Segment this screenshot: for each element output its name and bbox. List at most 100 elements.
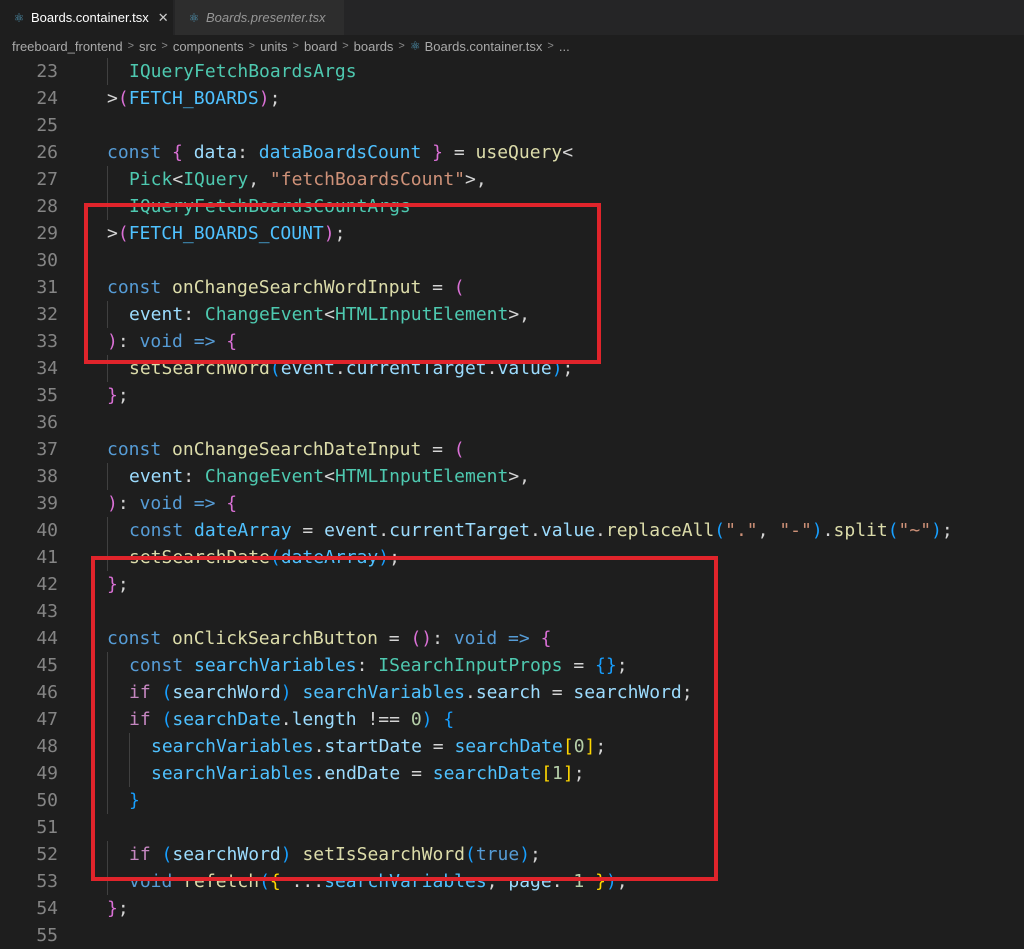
code-text[interactable]: }; bbox=[107, 382, 129, 409]
code-line: 27 Pick<IQuery, "fetchBoardsCount">, bbox=[0, 166, 1024, 193]
code-token: HTMLInputElement bbox=[334, 466, 509, 487]
code-token: => bbox=[193, 493, 216, 514]
code-text[interactable]: const dateArray = event.currentTarget.va… bbox=[129, 517, 953, 544]
line-number: 32 bbox=[36, 304, 58, 325]
line-number: 37 bbox=[36, 439, 58, 460]
code-token: } bbox=[432, 142, 444, 163]
code-token: IQuery bbox=[183, 169, 249, 190]
breadcrumb-item[interactable]: components bbox=[173, 39, 244, 54]
code-token: split bbox=[833, 520, 888, 541]
line-number: 30 bbox=[36, 250, 58, 271]
code-token: : bbox=[117, 493, 140, 514]
highlight-box-search-word-handler bbox=[84, 203, 601, 364]
code-token: . bbox=[822, 520, 834, 541]
line-number: 52 bbox=[36, 844, 58, 865]
tab-boards-presenter[interactable]: ⚛ Boards.presenter.tsx bbox=[175, 0, 345, 35]
code-token: ) bbox=[258, 88, 270, 109]
code-line: 39): void => { bbox=[0, 490, 1024, 517]
code-text[interactable]: }; bbox=[107, 895, 129, 922]
line-number: 51 bbox=[36, 817, 58, 838]
line-number: 53 bbox=[36, 871, 58, 892]
line-number: 41 bbox=[36, 547, 58, 568]
code-line: 35}; bbox=[0, 382, 1024, 409]
code-line: 40 const dateArray = event.currentTarget.… bbox=[0, 517, 1024, 544]
breadcrumb-separator: > bbox=[292, 40, 299, 52]
breadcrumb-item[interactable]: units bbox=[260, 39, 287, 54]
line-number: 47 bbox=[36, 709, 58, 730]
code-token: = bbox=[443, 142, 476, 163]
code-token: , bbox=[757, 520, 780, 541]
code-text[interactable]: const onChangeSearchDateInput = ( bbox=[107, 436, 465, 463]
code-token: event bbox=[129, 466, 184, 487]
line-number: 49 bbox=[36, 763, 58, 784]
code-token: useQuery bbox=[475, 142, 563, 163]
indent-guide bbox=[107, 166, 108, 193]
code-token: ChangeEvent bbox=[204, 466, 325, 487]
code-token: Pick bbox=[129, 169, 173, 190]
line-number: 44 bbox=[36, 628, 58, 649]
react-icon: ⚛ bbox=[13, 10, 25, 25]
code-text[interactable]: ): void => { bbox=[107, 490, 237, 517]
code-token: "~" bbox=[898, 520, 932, 541]
tab-boards-container[interactable]: ⚛ Boards.container.tsx ✕ bbox=[0, 0, 174, 35]
code-token: ) bbox=[107, 493, 118, 514]
code-token: value bbox=[540, 520, 596, 541]
code-token: replaceAll bbox=[605, 520, 715, 541]
code-token: : bbox=[237, 142, 259, 163]
breadcrumb-item[interactable]: boards bbox=[354, 39, 394, 54]
code-token: { bbox=[226, 493, 238, 514]
breadcrumb-item[interactable]: freeboard_frontend bbox=[12, 39, 123, 54]
code-token: ) bbox=[811, 520, 823, 541]
line-number: 43 bbox=[36, 601, 58, 622]
code-token: >, bbox=[508, 466, 531, 487]
line-number: 42 bbox=[36, 574, 58, 595]
code-token: . bbox=[378, 520, 390, 541]
line-number: 24 bbox=[36, 88, 58, 109]
code-token: const bbox=[107, 142, 162, 163]
line-number: 28 bbox=[36, 196, 58, 217]
code-token: dataBoardsCount bbox=[258, 142, 422, 163]
breadcrumb-separator: > bbox=[342, 40, 349, 52]
line-number: 55 bbox=[36, 925, 58, 946]
code-text[interactable]: Pick<IQuery, "fetchBoardsCount">, bbox=[129, 166, 487, 193]
breadcrumb-item[interactable]: Boards.container.tsx bbox=[425, 39, 543, 54]
code-text[interactable]: IQueryFetchBoardsArgs bbox=[129, 58, 357, 85]
code-token: ; bbox=[941, 520, 953, 541]
line-number: 34 bbox=[36, 358, 58, 379]
code-text[interactable]: const { data: dataBoardsCount } = useQue… bbox=[107, 139, 573, 166]
code-line: 23 IQueryFetchBoardsArgs bbox=[0, 58, 1024, 85]
line-number: 45 bbox=[36, 655, 58, 676]
code-token: . bbox=[595, 520, 606, 541]
line-number: 23 bbox=[36, 61, 58, 82]
breadcrumb-item[interactable]: src bbox=[139, 39, 156, 54]
code-text[interactable]: event: ChangeEvent<HTMLInputElement>, bbox=[129, 463, 530, 490]
line-number: 26 bbox=[36, 142, 58, 163]
line-number: 54 bbox=[36, 898, 58, 919]
breadcrumb-separator: > bbox=[398, 40, 405, 52]
code-token: onChangeSearchDateInput bbox=[172, 439, 422, 460]
breadcrumb-item[interactable]: board bbox=[304, 39, 337, 54]
tab-label: Boards.presenter.tsx bbox=[206, 10, 326, 25]
breadcrumb-item[interactable]: ... bbox=[559, 39, 570, 54]
code-text[interactable]: >(FETCH_BOARDS); bbox=[107, 85, 280, 112]
close-icon[interactable]: ✕ bbox=[158, 10, 169, 26]
code-line: 55 bbox=[0, 922, 1024, 949]
code-line: 37 const onChangeSearchDateInput = ( bbox=[0, 436, 1024, 463]
code-token: : bbox=[183, 466, 205, 487]
code-token: >, bbox=[465, 169, 487, 190]
code-token: ( bbox=[887, 520, 899, 541]
code-token: event bbox=[324, 520, 379, 541]
code-token: ( bbox=[453, 439, 465, 460]
code-line: 26 const { data: dataBoardsCount } = useQ… bbox=[0, 139, 1024, 166]
line-number: 46 bbox=[36, 682, 58, 703]
code-token: currentTarget bbox=[389, 520, 531, 541]
code-token: "." bbox=[725, 520, 758, 541]
line-number: 36 bbox=[36, 412, 58, 433]
code-line: 36 bbox=[0, 409, 1024, 436]
